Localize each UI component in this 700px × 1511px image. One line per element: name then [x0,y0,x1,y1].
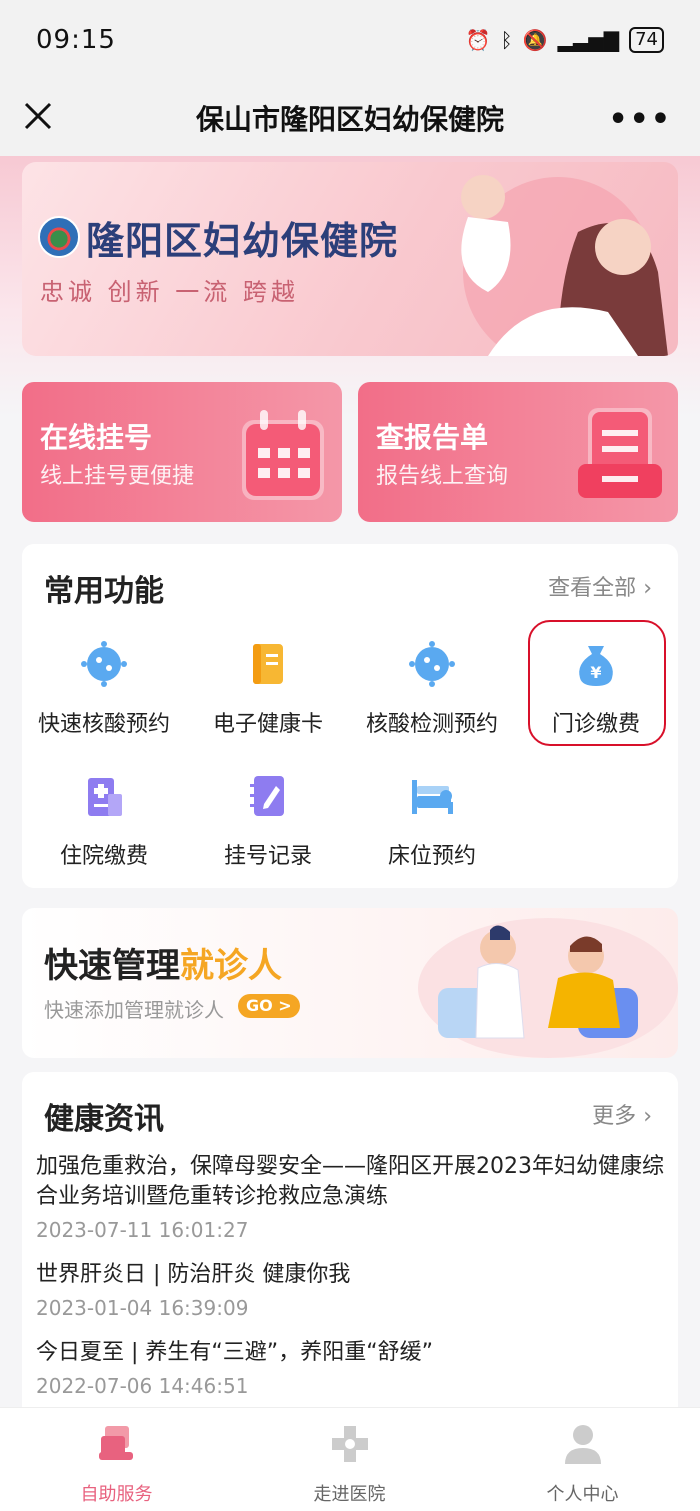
highlight-outline [528,620,666,746]
function-item-bed-booking[interactable]: 床位预约 [350,772,514,882]
function-label: 核酸检测预约 [365,712,498,737]
function-item-nucleic-test-booking[interactable]: 核酸检测预约 [350,640,514,750]
doctor-patient-illustration [418,918,678,1058]
function-label: 床位预约 [387,844,476,869]
news-title: 加强危重救治，保障母婴安全——隆阳区开展2023年妇幼健康综合业务培训暨危重转诊… [36,1154,664,1209]
health-news-panel: 健康资讯 更多 › 加强危重救治，保障母婴安全——隆阳区开展2023年妇幼健康综… [22,1072,678,1417]
tab-self-service[interactable]: 自助服务 [0,1408,233,1511]
online-registration-card[interactable]: 在线挂号 线上挂号更便捷 [22,382,342,522]
more-label: 更多 [592,1104,637,1129]
self-service-icon [98,1426,133,1460]
news-more-link[interactable]: 更多 › [592,1098,652,1130]
function-item-quick-nucleic-booking[interactable]: 快速核酸预约 [22,640,186,750]
hospital-logo-icon [38,216,80,258]
signal-icon: ▂▃▅▇ [557,28,620,52]
nav-bar: 保山市隆阳区妇幼保健院 ••• [0,80,700,156]
card-subtitle: 线上挂号更便捷 [40,464,195,489]
card-title: 查报告单 [376,421,489,454]
card-title: 在线挂号 [40,421,153,454]
alarm-icon: ⏰ [465,28,491,52]
tab-label: 走进医院 [313,1484,386,1505]
bed-icon [412,780,453,814]
hospital-banner[interactable]: 隆阳区妇幼保健院 忠诚 创新 一流 跨越 [22,162,678,356]
news-item[interactable]: 世界肝炎日 | 防治肝炎 健康你我 2023-01-04 16:39:09 [36,1260,666,1320]
tab-hospital[interactable]: 走进医院 [233,1408,466,1511]
close-icon[interactable] [20,98,56,134]
manage-subtitle: 快速添加管理就诊人 [44,998,224,1022]
more-icon[interactable]: ••• [608,102,672,137]
bottom-tab-bar: 自助服务 走进医院 个人中心 [0,1407,700,1511]
check-report-card[interactable]: 查报告单 报告线上查询 [358,382,678,522]
calendar-icon [242,410,324,500]
news-title: 世界肝炎日 | 防治肝炎 健康你我 [36,1262,351,1287]
hospital-bill-icon [88,778,122,816]
mother-baby-illustration [461,175,668,356]
status-time: 09:15 [36,25,116,55]
manage-title-main: 快速管理 [44,946,180,986]
banner-hospital-name: 隆阳区妇幼保健院 [86,219,399,263]
notebook-icon [250,776,284,816]
section-title: 健康资讯 [44,1102,164,1137]
news-item[interactable]: 加强危重救治，保障母婴安全——隆阳区开展2023年妇幼健康综合业务培训暨危重转诊… [36,1152,666,1242]
news-date: 2023-01-04 16:39:09 [36,1296,249,1320]
manage-title-accent: 就诊人 [180,946,282,986]
tab-label: 个人中心 [546,1484,619,1505]
page-title: 保山市隆阳区妇幼保健院 [195,103,504,136]
card-subtitle: 报告线上查询 [376,464,509,489]
tab-personal-center[interactable]: 个人中心 [466,1408,699,1511]
chevron-right-icon: › [643,576,652,601]
health-card-icon [253,644,283,684]
status-bar: 09:15 ⏰ ᛒ 🔕 ▂▃▅▇ 74 [0,0,700,80]
function-label: 快速核酸预约 [37,712,170,737]
mute-icon: 🔕 [522,28,548,52]
report-icon [578,408,662,498]
battery-icon: 74 [629,27,664,53]
view-all-label: 查看全部 [548,576,637,601]
user-icon [564,1425,601,1464]
virus-icon [81,641,127,687]
news-item[interactable]: 今日夏至 | 养生有“三避”，养阳重“舒缓” 2022-07-06 14:46:… [36,1338,666,1398]
news-date: 2023-07-11 16:01:27 [36,1218,249,1242]
function-item-inpatient-payment[interactable]: 住院缴费 [22,772,186,882]
function-item-health-card[interactable]: 电子健康卡 [186,640,350,750]
news-title: 今日夏至 | 养生有“三避”，养阳重“舒缓” [36,1340,433,1365]
section-title: 常用功能 [44,574,164,609]
news-date: 2022-07-06 14:46:51 [36,1374,249,1398]
common-functions-panel: 常用功能 查看全部 › 快速核酸预约 电子健康卡 核酸检测预约 ¥ 门诊缴费 住… [22,544,678,888]
bluetooth-icon: ᛒ [500,28,513,52]
tab-label: 自助服务 [80,1484,153,1505]
function-label: 挂号记录 [223,844,312,869]
banner-slogan: 忠诚 创新 一流 跨越 [40,278,299,306]
function-item-registration-record[interactable]: 挂号记录 [186,772,350,882]
manage-patients-banner[interactable]: 快速管理就诊人 快速添加管理就诊人 GO > [22,908,678,1058]
function-label: 电子健康卡 [212,712,323,737]
status-icons: ⏰ ᛒ 🔕 ▂▃▅▇ 74 [466,27,664,53]
function-label: 住院缴费 [59,844,148,869]
chevron-right-icon: › [643,1104,652,1129]
go-button[interactable]: GO > [238,994,300,1018]
virus-icon [409,641,455,687]
manage-title: 快速管理就诊人 [44,938,282,987]
hospital-cross-icon [331,1426,368,1462]
view-all-link[interactable]: 查看全部 › [548,570,652,602]
